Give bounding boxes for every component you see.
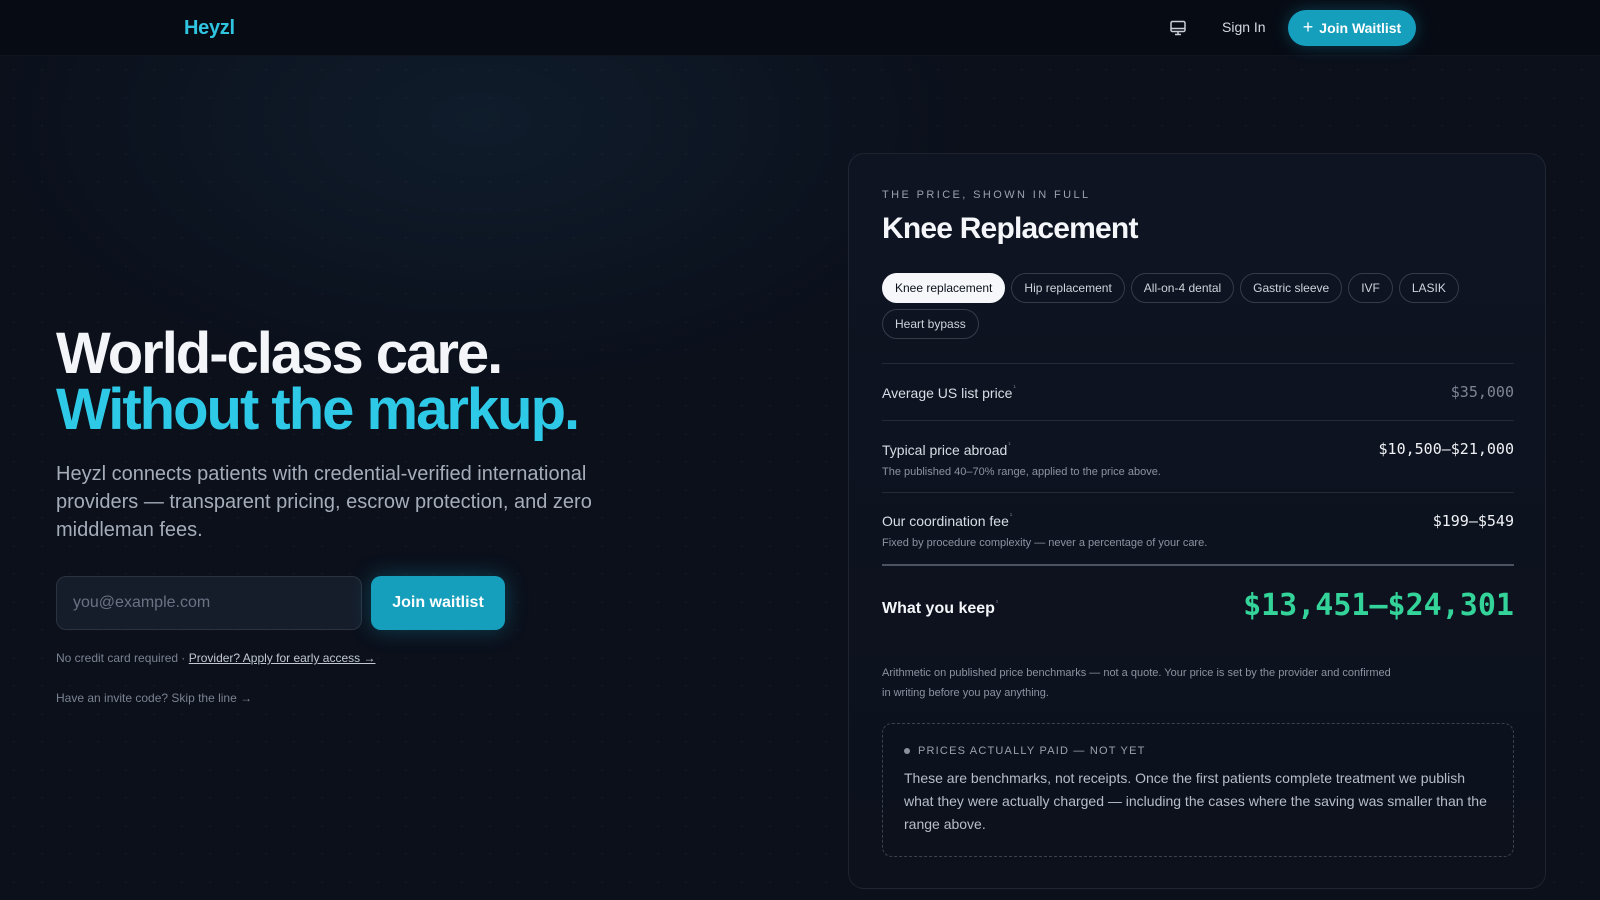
chip-gastric-sleeve[interactable]: Gastric sleeve xyxy=(1240,273,1343,303)
us-price-row: Average US list price¹ $35,000 xyxy=(882,363,1514,420)
monitor-icon[interactable] xyxy=(1166,16,1190,40)
hero-title-line1: World-class care. xyxy=(56,321,503,386)
invite-code-link[interactable]: Have an invite code? Skip the line → xyxy=(56,691,252,705)
price-card-eyebrow: THE PRICE, SHOWN IN FULL xyxy=(882,189,1091,201)
footnote-mark: ¹ xyxy=(995,600,999,607)
hero-title: World-class care. Without the markup. xyxy=(56,321,580,442)
coordination-fee-row: Our coordination fee¹ Fixed by procedure… xyxy=(882,492,1514,564)
chip-heart-bypass[interactable]: Heart bypass xyxy=(882,309,979,339)
signup-fine-print: No credit card required · Provider? Appl… xyxy=(56,651,375,665)
us-price-value: $35,000 xyxy=(1450,383,1514,401)
hero-title-line2: Without the markup. xyxy=(56,377,580,442)
abroad-price-row: Typical price abroad¹ The published 40–7… xyxy=(882,420,1514,492)
provider-apply-link[interactable]: Provider? Apply for early access → xyxy=(189,651,376,665)
us-price-label: Average US list price¹ xyxy=(882,385,1016,401)
coordination-fee-value: $199–$549 xyxy=(1432,512,1514,530)
callout-heading: PRICES ACTUALLY PAID — NOT YET xyxy=(904,745,1146,757)
pricing-disclaimer: Arithmetic on published price benchmarks… xyxy=(882,667,1391,699)
abroad-price-label: Typical price abroad¹ xyxy=(882,442,1011,458)
footnote-mark: ¹ xyxy=(1008,442,1011,449)
footnote-mark: ¹ xyxy=(1013,385,1016,392)
plus-icon: + xyxy=(1302,17,1314,37)
savings-value: $13,451–$24,301 xyxy=(1243,588,1514,623)
join-waitlist-label: Join Waitlist xyxy=(1319,20,1402,36)
join-waitlist-button[interactable]: + Join Waitlist xyxy=(1288,10,1416,46)
brand-logo[interactable]: Heyzl xyxy=(184,17,235,40)
procedure-chips: Knee replacement Hip replacement All-on-… xyxy=(882,273,1522,339)
chip-knee-replacement[interactable]: Knee replacement xyxy=(882,273,1006,303)
dot-icon xyxy=(904,748,910,754)
join-waitlist-submit-button[interactable]: Join waitlist xyxy=(371,576,505,630)
procedure-title: Knee Replacement xyxy=(882,212,1138,245)
email-input[interactable] xyxy=(56,576,362,630)
chip-all-on-4-dental[interactable]: All-on-4 dental xyxy=(1130,273,1235,303)
coordination-fee-note: Fixed by procedure complexity — never a … xyxy=(882,537,1208,549)
chip-lasik[interactable]: LASIK xyxy=(1398,273,1459,303)
savings-row: What you keep¹ $13,451–$24,301 xyxy=(882,564,1514,654)
callout-body: These are benchmarks, not receipts. Once… xyxy=(904,770,1487,832)
prices-paid-callout: PRICES ACTUALLY PAID — NOT YET These are… xyxy=(882,723,1514,857)
coordination-fee-label: Our coordination fee¹ xyxy=(882,513,1013,529)
top-nav: Heyzl Sign In + Join Waitlist xyxy=(0,0,1600,56)
chip-ivf[interactable]: IVF xyxy=(1348,273,1393,303)
chip-hip-replacement[interactable]: Hip replacement xyxy=(1011,273,1125,303)
price-card: THE PRICE, SHOWN IN FULL Knee Replacemen… xyxy=(848,153,1546,889)
abroad-price-note: The published 40–70% range, applied to t… xyxy=(882,466,1161,478)
hero-subtitle: Heyzl connects patients with credential-… xyxy=(56,463,592,541)
savings-label: What you keep¹ xyxy=(882,600,999,617)
footnote-mark: ¹ xyxy=(1009,513,1013,520)
no-credit-card-note: No credit card required · xyxy=(56,651,189,665)
abroad-price-value: $10,500–$21,000 xyxy=(1378,440,1514,458)
sign-in-link[interactable]: Sign In xyxy=(1222,19,1266,35)
